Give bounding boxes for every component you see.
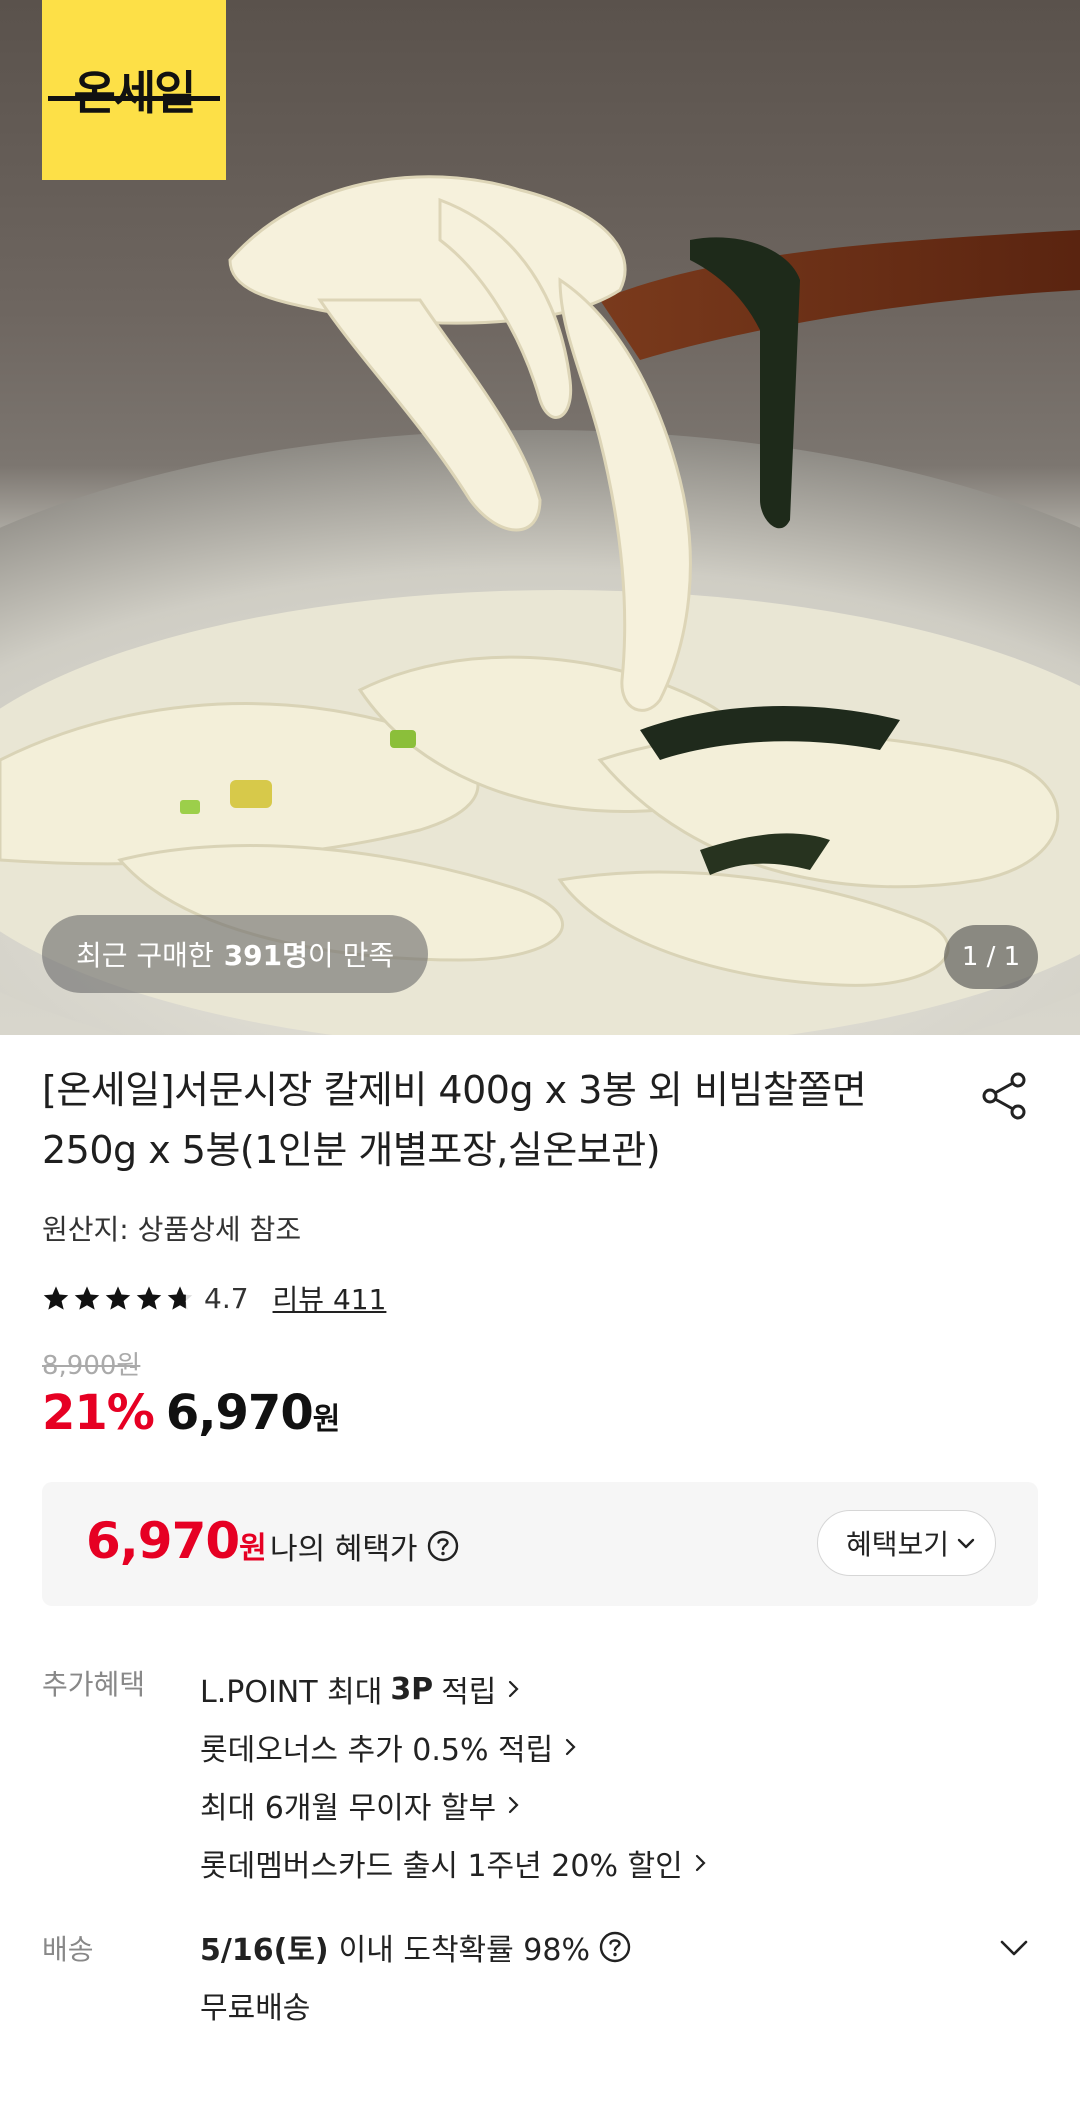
star-half-icon (167, 1286, 193, 1310)
benefit-item-text: 최대 6개월 무이자 할부 (200, 1791, 497, 1826)
star-icon (105, 1286, 131, 1310)
benefit-price-currency: 원 (239, 1531, 267, 1566)
benefit-item-text: L.POINT 최대 (200, 1675, 383, 1710)
view-benefits-button[interactable]: 혜택보기 (816, 1510, 996, 1576)
image-page-counter: 1 / 1 (944, 925, 1038, 989)
additional-benefits-list: L.POINT 최대 3P 적립 롯데오너스 추가 0.5% 적립 최대 6개월… (200, 1660, 709, 1892)
chevron-down-icon (957, 1538, 975, 1549)
star-icon (136, 1286, 162, 1310)
chevron-right-icon (566, 1738, 576, 1756)
satisfaction-suffix: 이 만족 (307, 939, 395, 972)
rating-value: 4.7 (204, 1281, 249, 1315)
satisfaction-count: 391명 (223, 939, 308, 972)
chevron-right-icon (509, 1796, 519, 1814)
benefit-label: 나의 혜택가 (270, 1532, 418, 1567)
satisfaction-badge: 최근 구매한 391명 이 만족 (42, 915, 429, 993)
rating-row: 4.7 리뷰 411 (42, 1278, 386, 1318)
rating-stars (42, 1284, 194, 1312)
brand-logo: 온세일 (42, 0, 226, 180)
benefit-price-value: 6,970 (86, 1512, 240, 1570)
additional-benefits-label: 추가혜택 (42, 1668, 146, 1701)
delivery-date: 5/16(토) (200, 1933, 329, 1968)
benefit-item-installment[interactable]: 최대 6개월 무이자 할부 (200, 1776, 709, 1834)
discount-rate: 21% (42, 1385, 155, 1441)
price-currency: 원 (312, 1402, 341, 1437)
benefit-item-text: 롯데멤버스카드 출시 1주년 20% 할인 (200, 1849, 683, 1884)
chevron-right-icon (695, 1854, 706, 1872)
question-icon[interactable] (426, 1529, 460, 1563)
benefit-price: 6,970 원 (86, 1512, 267, 1570)
delivery-label: 배송 (42, 1933, 94, 1966)
brand-logo-bar (48, 96, 220, 101)
original-price: 8,900원 (42, 1351, 141, 1381)
delivery-fee: 무료배송 (200, 1991, 311, 2026)
star-icon (74, 1286, 100, 1310)
benefit-item-text: 롯데오너스 추가 0.5% 적립 (200, 1733, 554, 1768)
benefit-item-bold: 3P (390, 1671, 434, 1707)
benefit-item-suffix: 적립 (441, 1675, 497, 1710)
brand-logo-text: 온세일 (73, 66, 197, 120)
review-link[interactable]: 리뷰 411 (273, 1278, 387, 1318)
product-image[interactable]: 온세일 최근 구매한 391명 이 만족 1 / 1 (0, 0, 1080, 1035)
benefit-item-card-discount[interactable]: 롯데멤버스카드 출시 1주년 20% 할인 (200, 1834, 709, 1892)
sale-price: 6,970 (165, 1385, 314, 1441)
delivery-eta-text: 이내 도착확률 98% (338, 1933, 590, 1968)
chevron-down-icon[interactable] (994, 1928, 1034, 1968)
price-row: 21% 6,970 원 (42, 1385, 340, 1441)
star-icon (43, 1286, 69, 1310)
question-icon[interactable] (598, 1930, 632, 1964)
delivery-eta-row: 5/16(토) 이내 도착확률 98% (200, 1918, 632, 1976)
origin-text: 원산지: 상품상세 참조 (42, 1213, 302, 1246)
my-benefit-box: 6,970 원 나의 혜택가 혜택보기 (42, 1482, 1038, 1606)
benefit-label-row: 나의 혜택가 (270, 1524, 460, 1568)
chevron-right-icon (509, 1680, 519, 1698)
satisfaction-prefix: 최근 구매한 (76, 939, 214, 972)
benefit-item-lpoint[interactable]: L.POINT 최대 3P 적립 (200, 1660, 709, 1718)
share-icon[interactable] (978, 1070, 1030, 1122)
delivery-info: 5/16(토) 이내 도착확률 98% 무료배송 (200, 1918, 632, 2034)
product-title: [온세일]서문시장 칼제비 400g x 3봉 외 비빔찰쫄면 250g x 5… (42, 1068, 867, 1172)
benefit-item-lotte-owners[interactable]: 롯데오너스 추가 0.5% 적립 (200, 1718, 709, 1776)
view-benefits-label: 혜택보기 (845, 1528, 949, 1561)
